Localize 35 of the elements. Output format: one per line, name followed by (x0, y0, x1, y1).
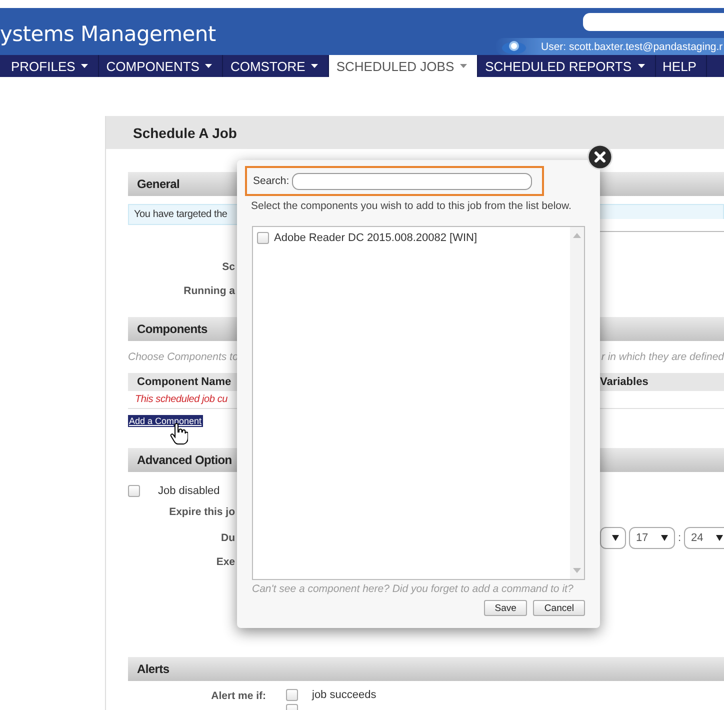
hint-text: r in which they are defined (601, 351, 724, 363)
search-label: Search: (253, 175, 290, 187)
save-button[interactable]: Save (484, 600, 528, 616)
section-title: Alerts (137, 662, 170, 676)
component-name: Adobe Reader DC 2015.008.20082 [WIN] (274, 232, 478, 244)
time-separator: : (678, 532, 681, 544)
field-label: Exe (215, 556, 235, 568)
field-label: Sc (221, 261, 235, 273)
time-select[interactable]: 17 (628, 527, 675, 549)
checkbox-label: job succeeds (312, 689, 376, 701)
app-title: ystems Management (0, 21, 216, 46)
instruction-text: Select the components you wish to add to this job from the list below. (251, 200, 572, 212)
notice-text: You have targeted the (134, 209, 228, 220)
empty-message: This scheduled job cu (134, 394, 228, 405)
time-select[interactable]: 24 (684, 527, 724, 549)
cancel-button[interactable]: Cancel (533, 600, 585, 616)
panel-title: Schedule A Job (133, 124, 237, 140)
nav-tab[interactable]: COMPONENTS (99, 55, 224, 77)
section-title: Components (137, 322, 208, 336)
add-component-link[interactable]: Add a Component (128, 415, 203, 427)
field-label: Alert me if: (210, 689, 266, 704)
nav-tab[interactable]: SCHEDULED REPORTS (478, 55, 656, 77)
user-label: User: scott.baxter.test@pandastaging.r (541, 40, 723, 53)
column-header: Component Name (136, 376, 232, 388)
field-label: Expire this jo (168, 506, 235, 518)
field-label: Running a (182, 285, 235, 297)
nav-tab[interactable]: PROFILES (4, 55, 100, 77)
column-header: Variables (600, 376, 650, 388)
checkbox-label: Job disabled (158, 485, 220, 497)
nav-tab[interactable]: SCHEDULED JOBS (329, 55, 478, 77)
footnote-text: Can't see a component here? Did you forget to add a command to it? (252, 583, 574, 595)
nav-tab[interactable]: HELP (656, 55, 708, 77)
section-title: General (137, 177, 180, 191)
section-title: Advanced Option (137, 453, 232, 467)
field-label: Du (220, 532, 235, 544)
